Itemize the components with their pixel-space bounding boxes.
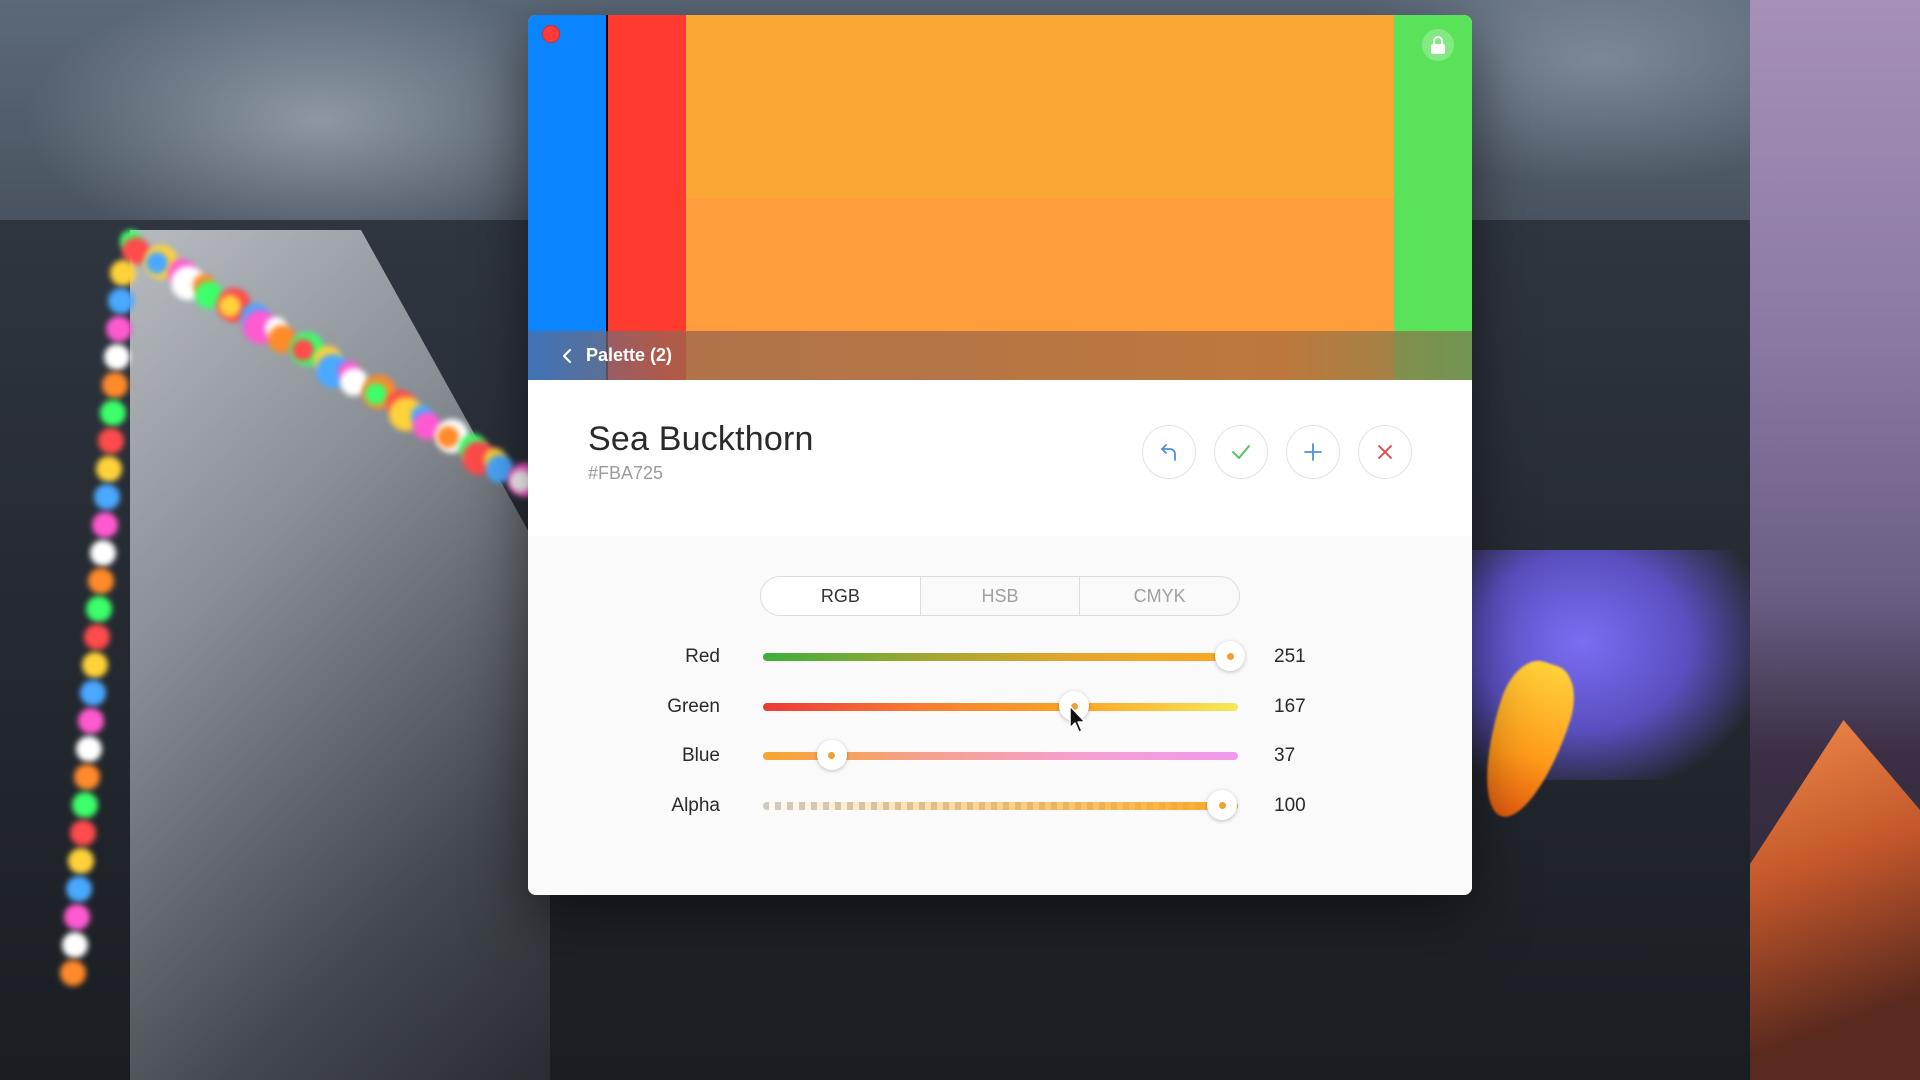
slider-row-blue: Blue 37 bbox=[528, 736, 1472, 776]
light-bokeh bbox=[102, 372, 128, 398]
light-bokeh bbox=[110, 260, 136, 286]
light-bokeh bbox=[60, 960, 86, 986]
light-bokeh bbox=[66, 876, 92, 902]
check-icon bbox=[1232, 445, 1250, 459]
slider-value-alpha[interactable]: 100 bbox=[1274, 786, 1306, 826]
action-buttons bbox=[1142, 425, 1412, 479]
slider-thumb-alpha[interactable] bbox=[1207, 790, 1237, 820]
undo-button[interactable] bbox=[1142, 425, 1196, 479]
slider-label-green: Green bbox=[667, 696, 720, 717]
light-bokeh bbox=[86, 596, 112, 622]
palette-strip bbox=[528, 15, 1472, 380]
color-name: Sea Buckthorn bbox=[588, 420, 814, 458]
light-bokeh bbox=[78, 708, 104, 734]
slider-row-red: Red 251 bbox=[528, 637, 1472, 677]
tab-cmyk[interactable]: CMYK bbox=[1080, 577, 1239, 615]
swatch-red[interactable] bbox=[608, 15, 686, 380]
slider-track-red[interactable] bbox=[763, 641, 1246, 671]
slider-value-green[interactable]: 167 bbox=[1274, 687, 1306, 727]
light-bokeh bbox=[96, 456, 122, 482]
palette-navbar: Palette (2) bbox=[528, 331, 1472, 380]
light-bokeh bbox=[82, 652, 108, 678]
slider-track-alpha[interactable] bbox=[763, 790, 1238, 820]
color-picker-window: Palette (2) Sea Buckthorn #FBA725 RGB HS… bbox=[528, 15, 1472, 895]
light-bokeh bbox=[70, 820, 96, 846]
slider-label-blue: Blue bbox=[681, 745, 720, 766]
light-bokeh bbox=[94, 484, 120, 510]
color-info-panel: Sea Buckthorn #FBA725 bbox=[528, 380, 1472, 537]
slider-track-green[interactable] bbox=[763, 691, 1238, 721]
light-bokeh bbox=[74, 764, 100, 790]
close-icon bbox=[1378, 445, 1392, 459]
back-label: Palette (2) bbox=[586, 345, 673, 365]
plus-icon bbox=[1304, 443, 1322, 461]
add-button[interactable] bbox=[1286, 425, 1340, 479]
swatch-green[interactable] bbox=[1394, 15, 1472, 380]
slider-thumb-blue[interactable] bbox=[816, 740, 847, 770]
lock-button[interactable] bbox=[1422, 29, 1454, 61]
window-close-button[interactable] bbox=[542, 25, 560, 43]
light-bokeh bbox=[104, 344, 130, 370]
thumb-dot bbox=[828, 751, 836, 759]
slider-panel: RGB HSB CMYK Red 251 Green 167 Blue 37 A… bbox=[528, 536, 1472, 895]
light-bokeh bbox=[108, 288, 134, 314]
light-bokeh bbox=[364, 382, 387, 405]
thumb-dot bbox=[1218, 801, 1226, 809]
mouse-cursor-icon bbox=[1069, 705, 1086, 733]
light-bokeh bbox=[80, 680, 106, 706]
back-button[interactable]: Palette (2) bbox=[562, 345, 672, 366]
swatch-blue[interactable] bbox=[528, 15, 606, 380]
chevron-left-icon bbox=[562, 348, 572, 363]
light-bokeh bbox=[84, 624, 110, 650]
light-bokeh bbox=[76, 736, 102, 762]
slider-value-red[interactable]: 251 bbox=[1274, 637, 1306, 677]
color-mode-tabs: RGB HSB CMYK bbox=[760, 576, 1240, 616]
light-bokeh bbox=[62, 932, 88, 958]
light-bokeh bbox=[90, 540, 116, 566]
slider-label-red: Red bbox=[685, 646, 720, 667]
swatch-orange-selected[interactable] bbox=[686, 15, 1394, 380]
undo-icon bbox=[1161, 444, 1176, 461]
light-bokeh bbox=[68, 848, 94, 874]
light-bokeh bbox=[92, 512, 118, 538]
slider-value-blue[interactable]: 37 bbox=[1274, 736, 1295, 776]
light-bokeh bbox=[98, 428, 124, 454]
tab-rgb[interactable]: RGB bbox=[761, 577, 921, 615]
slider-thumb-red[interactable] bbox=[1215, 641, 1246, 671]
lock-icon bbox=[1431, 36, 1445, 54]
light-bokeh bbox=[64, 904, 90, 930]
slider-row-alpha: Alpha 100 bbox=[528, 786, 1472, 826]
swatch-orange-top bbox=[686, 15, 1394, 198]
delete-button[interactable] bbox=[1358, 425, 1412, 479]
light-bokeh bbox=[100, 400, 126, 426]
color-hex: #FBA725 bbox=[588, 463, 664, 483]
confirm-button[interactable] bbox=[1214, 425, 1268, 479]
light-bokeh bbox=[291, 339, 314, 362]
slider-track-blue[interactable] bbox=[763, 740, 1238, 770]
tab-hsb[interactable]: HSB bbox=[921, 577, 1081, 615]
slider-row-green: Green 167 bbox=[528, 687, 1472, 727]
slider-label-alpha: Alpha bbox=[671, 795, 720, 816]
light-bokeh bbox=[88, 568, 114, 594]
light-bokeh bbox=[72, 792, 98, 818]
light-bokeh bbox=[106, 316, 132, 342]
thumb-dot bbox=[1226, 652, 1234, 660]
